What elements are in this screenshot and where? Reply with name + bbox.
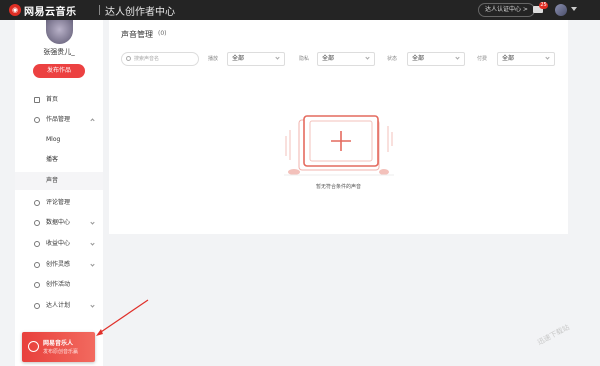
filter-label-privacy: 隐私: [299, 56, 310, 62]
filter-select-privacy[interactable]: 全部: [317, 52, 375, 66]
search-icon: [126, 56, 131, 61]
empty-state-illustration: [284, 115, 394, 176]
empty-state-text: 暂无符合条件的声音: [315, 184, 361, 190]
filter-label-paid: 付费: [477, 56, 488, 62]
filter-select-play[interactable]: 全部: [227, 52, 285, 66]
filter-label-status: 状态: [387, 56, 398, 62]
search-placeholder: 搜索声音名: [134, 56, 160, 62]
item-count: (0): [158, 30, 167, 37]
empty-box-icon: [284, 115, 394, 176]
filter-select-paid[interactable]: 全部: [497, 52, 555, 66]
filter-label-play: 播放: [208, 56, 219, 62]
arrow-shaft: [97, 299, 149, 335]
chevron-down-icon: [455, 55, 460, 60]
filter-value: 全部: [322, 55, 335, 62]
filter-value: 全部: [502, 55, 515, 62]
main-panel: 声音管理 (0) 搜索声音名 播放 全部 隐私 全部 状态 全部 付费 全部 暂…: [109, 20, 568, 234]
filter-value: 全部: [232, 55, 245, 62]
chevron-down-icon: [545, 55, 550, 60]
filter-select-status[interactable]: 全部: [407, 52, 465, 66]
page-title: 声音管理: [121, 30, 153, 39]
chevron-down-icon: [365, 55, 370, 60]
arrow-head: [96, 329, 103, 336]
search-input[interactable]: 搜索声音名: [121, 52, 199, 66]
chevron-down-icon: [275, 55, 280, 60]
filter-value: 全部: [412, 55, 425, 62]
